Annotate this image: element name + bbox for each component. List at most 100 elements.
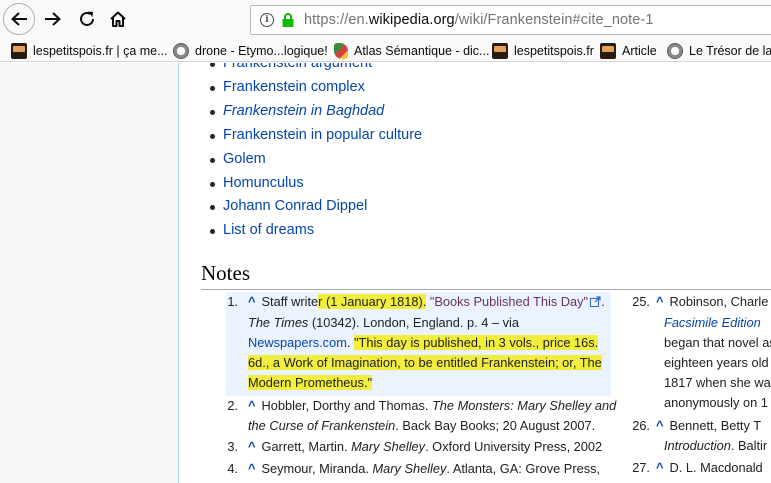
sidebar (0, 63, 178, 483)
reference-line: The Times (10342). London, England. p. 4… (248, 313, 519, 333)
reference-number: 4. (227, 461, 238, 476)
ref-text: began that novel as (664, 335, 771, 350)
reference-line: Modern Prometheus." (248, 373, 373, 393)
list-item: Golem (210, 149, 266, 169)
backlink-caret[interactable]: ^ (248, 294, 255, 309)
globe-icon (173, 43, 189, 59)
source-link[interactable]: Facsimile Edition (664, 315, 761, 330)
backlink-caret[interactable]: ^ (656, 418, 663, 433)
page-viewport[interactable]: Frankenstein argument Frankenstein compl… (0, 63, 771, 483)
external-link-icon (590, 296, 601, 307)
list-item: Frankenstein in popular culture (209, 125, 422, 145)
ref-text: Hobbler, Dorthy and Thomas. (261, 398, 432, 413)
see-also-link[interactable]: Frankenstein complex (223, 79, 365, 95)
list-item: Homunculus (210, 173, 304, 193)
home-icon (110, 11, 126, 27)
bookmark-item[interactable]: Article (600, 42, 657, 60)
ref-text: . (346, 335, 354, 350)
url-bar[interactable]: i https://en.wikipedia.org/wiki/Frankens… (250, 5, 771, 35)
ref-text: Robinson, Charle (669, 294, 769, 309)
reference-line: anonymously on 1 (664, 393, 768, 413)
arrow-left-icon (11, 12, 27, 26)
reference-number: 27. (632, 460, 650, 475)
ref-work-title: Introduction (664, 438, 731, 453)
highlighted-text: 6d., a Work of Imagination, to be entitl… (248, 355, 602, 370)
reference-line: ^ D. L. Macdonald (656, 458, 763, 478)
see-also-link[interactable]: List of dreams (223, 222, 314, 238)
forward-button[interactable] (38, 4, 68, 34)
arrow-right-icon (45, 12, 61, 26)
url-text: https://en.wikipedia.org/wiki/Frankenste… (304, 12, 654, 28)
ref-text: (10342). London, England. p. 4 – via (308, 315, 519, 330)
bookmark-label: drone - Etymo...logique! (195, 44, 328, 58)
ref-text: Staff write (261, 294, 319, 309)
reference-line: ^ Hobbler, Dorthy and Thomas. The Monster… (248, 396, 616, 416)
ref-text: Bennett, Betty T (669, 418, 762, 433)
reference-line: ^ Bennett, Betty T (656, 416, 761, 436)
ref-text: . Atlanta, GA: Grove Press, (446, 461, 601, 476)
reload-button[interactable] (72, 4, 102, 34)
reload-icon (80, 11, 94, 26)
bookmark-label: lespetitspois.fr | ça me... (33, 44, 168, 58)
reference-number: 2. (227, 398, 238, 413)
list-item: Frankenstein in Baghdad (209, 101, 384, 121)
highlighted-text: "This day is published, in 3 vols., pric… (353, 335, 599, 350)
see-also-link[interactable]: Johann Conrad Dippel (223, 198, 367, 214)
ref-text: . Back Bay Books; 20 August 2007. (395, 418, 596, 433)
reference-number: 1. (227, 294, 238, 309)
lespetitspois-favicon (600, 43, 616, 59)
bookmark-label: lespetitspois.fr (514, 44, 594, 58)
see-also-link[interactable]: Frankenstein in Baghdad (223, 103, 384, 119)
list-item: Johann Conrad Dippel (209, 196, 367, 216)
list-item: Frankenstein argument (209, 63, 372, 73)
url-domain: wikipedia.org (368, 12, 455, 28)
reference-line: the Curse of Frankenstein. Back Bay Book… (248, 416, 595, 436)
reference-line: began that novel as (664, 333, 771, 353)
external-link[interactable]: "Books Published This Day" (430, 294, 588, 309)
list-item: Frankenstein complex (210, 77, 365, 97)
see-also-link[interactable]: Frankenstein in popular culture (223, 127, 422, 143)
see-also-link[interactable]: Homunculus (223, 175, 304, 191)
backlink-caret[interactable]: ^ (656, 460, 663, 475)
see-also-link[interactable]: Golem (223, 151, 266, 167)
backlink-caret[interactable]: ^ (248, 398, 255, 413)
reference-line: Introduction. Baltir (664, 436, 767, 456)
backlink-caret[interactable]: ^ (656, 294, 663, 309)
ref-text: eighteen years old (664, 355, 769, 370)
ref-text: . Oxford University Press, 2002 (425, 439, 603, 454)
lock-icon[interactable] (281, 12, 295, 28)
ref-text: anonymously on 1 (664, 395, 768, 410)
bookmark-item[interactable]: Le Trésor de la L (667, 42, 771, 60)
bookmark-item[interactable]: Atlas Sémantique - dic... (334, 42, 489, 60)
bookmark-label: Article (622, 44, 657, 58)
back-button[interactable] (3, 3, 35, 35)
ref-work-title: The Times (248, 315, 309, 330)
bookmark-item[interactable]: drone - Etymo...logique! (173, 42, 328, 60)
source-link[interactable]: Newspapers.com (248, 335, 347, 350)
reference-line: eighteen years old (664, 353, 769, 373)
notes-heading: Notes (201, 261, 250, 285)
reference-number: 3. (227, 439, 238, 454)
highlighted-text: r (1 January 1818). (318, 294, 427, 309)
home-button[interactable] (103, 4, 133, 34)
ref-work-title: the Curse of Frankenstein (248, 418, 396, 433)
bookmark-item[interactable]: lespetitspois.fr | ça me... (11, 42, 168, 60)
see-also-link[interactable]: Frankenstein argument (223, 63, 372, 71)
ref-text: Garrett, Martin. (261, 439, 352, 454)
ref-text: . Baltir (730, 438, 768, 453)
bookmark-item[interactable]: lespetitspois.fr (492, 42, 594, 60)
info-icon[interactable]: i (260, 13, 274, 27)
bookmark-label: Atlas Sémantique - dic... (354, 44, 490, 58)
reference-number: 26. (632, 418, 650, 433)
list-item: List of dreams (209, 220, 314, 240)
bookmark-label: Le Trésor de la L (689, 44, 771, 58)
reference-number: 25. (632, 294, 650, 309)
reference-line: 6d., a Work of Imagination, to be entitl… (248, 353, 602, 373)
reference-line: ^ Robinson, Charle (656, 292, 768, 312)
reference-line: ^ Garrett, Martin. Mary Shelley. Oxford U… (248, 437, 602, 457)
backlink-caret[interactable]: ^ (248, 439, 255, 454)
heading-rule (201, 289, 771, 290)
lespetitspois-favicon (492, 43, 508, 59)
lespetitspois-favicon (11, 43, 27, 59)
backlink-caret[interactable]: ^ (248, 461, 255, 476)
